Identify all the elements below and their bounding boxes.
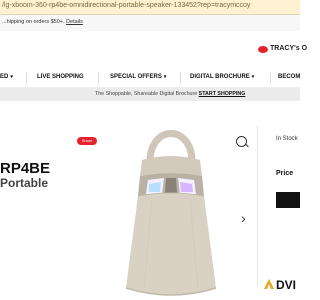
promo-text: ...hipping on orders $50+. Details: [2, 19, 83, 25]
stock-status: In Stock: [276, 136, 298, 142]
brand-text: DVI: [276, 278, 297, 292]
chevron-down-icon: ▾: [10, 74, 13, 80]
product-image: [125, 130, 217, 296]
nav-item-live-shopping[interactable]: LIVE SHOPPING: [37, 74, 84, 80]
nav-divider: [26, 72, 27, 84]
next-image-arrow[interactable]: ›: [241, 210, 246, 226]
product-subtitle: Portable: [0, 176, 49, 190]
nav-label: LIVE SHOPPING: [37, 74, 84, 80]
start-shopping-link[interactable]: START SHOPPING: [199, 91, 246, 97]
site-header: TRACY's O: [0, 32, 307, 66]
share-button[interactable]: Share: [77, 137, 97, 145]
tagline-strip: The Shoppable, Shareable Digital Brochur…: [0, 87, 300, 101]
promo-message: ...hipping on orders $50+.: [2, 19, 65, 25]
promo-strip: ...hipping on orders $50+. Details: [0, 15, 300, 31]
brand-watermark: DVI: [262, 274, 300, 300]
main-nav: ED ▾ LIVE SHOPPING SPECIAL OFFERS ▾ DIGITA…: [0, 72, 300, 84]
url-text[interactable]: /lg-xboom-360-rp4be-omnidirectional-port…: [2, 2, 250, 9]
store-logo-text[interactable]: TRACY's O: [270, 45, 307, 52]
nav-label: SPECIAL OFFERS: [110, 74, 162, 80]
chevron-down-icon: ▾: [251, 74, 255, 80]
product-title: RP4BE: [0, 160, 51, 177]
promo-details-link[interactable]: Details: [66, 19, 83, 25]
nav-item-special-offers[interactable]: SPECIAL OFFERS ▾: [110, 74, 166, 80]
nav-divider: [98, 72, 99, 84]
nav-label: ED: [0, 74, 9, 80]
tagline-message: The Shoppable, Shareable Digital Brochur…: [95, 91, 198, 97]
tagline-text: The Shoppable, Shareable Digital Brochur…: [95, 91, 245, 97]
speaker-body: [126, 193, 216, 295]
nav-item-featured[interactable]: ED ▾: [0, 74, 13, 80]
add-to-cart-button[interactable]: [276, 192, 300, 208]
nav-divider: [270, 72, 271, 84]
price-label: Price: [276, 170, 294, 177]
nav-item-digital-brochure[interactable]: DIGITAL BROCHURE ▾: [190, 74, 254, 80]
nav-divider: [180, 72, 181, 84]
column-divider: [257, 126, 258, 286]
nav-item-become[interactable]: BECOM: [278, 74, 300, 80]
zoom-icon[interactable]: [236, 136, 247, 147]
logo-icon[interactable]: [258, 46, 268, 53]
chevron-down-icon: ▾: [163, 74, 167, 80]
nav-label: BECOM: [278, 74, 301, 80]
address-bar[interactable]: /lg-xboom-360-rp4be-omnidirectional-port…: [0, 0, 300, 15]
brand-logo-icon: [264, 279, 274, 289]
nav-label: DIGITAL BROCHURE: [190, 74, 250, 80]
